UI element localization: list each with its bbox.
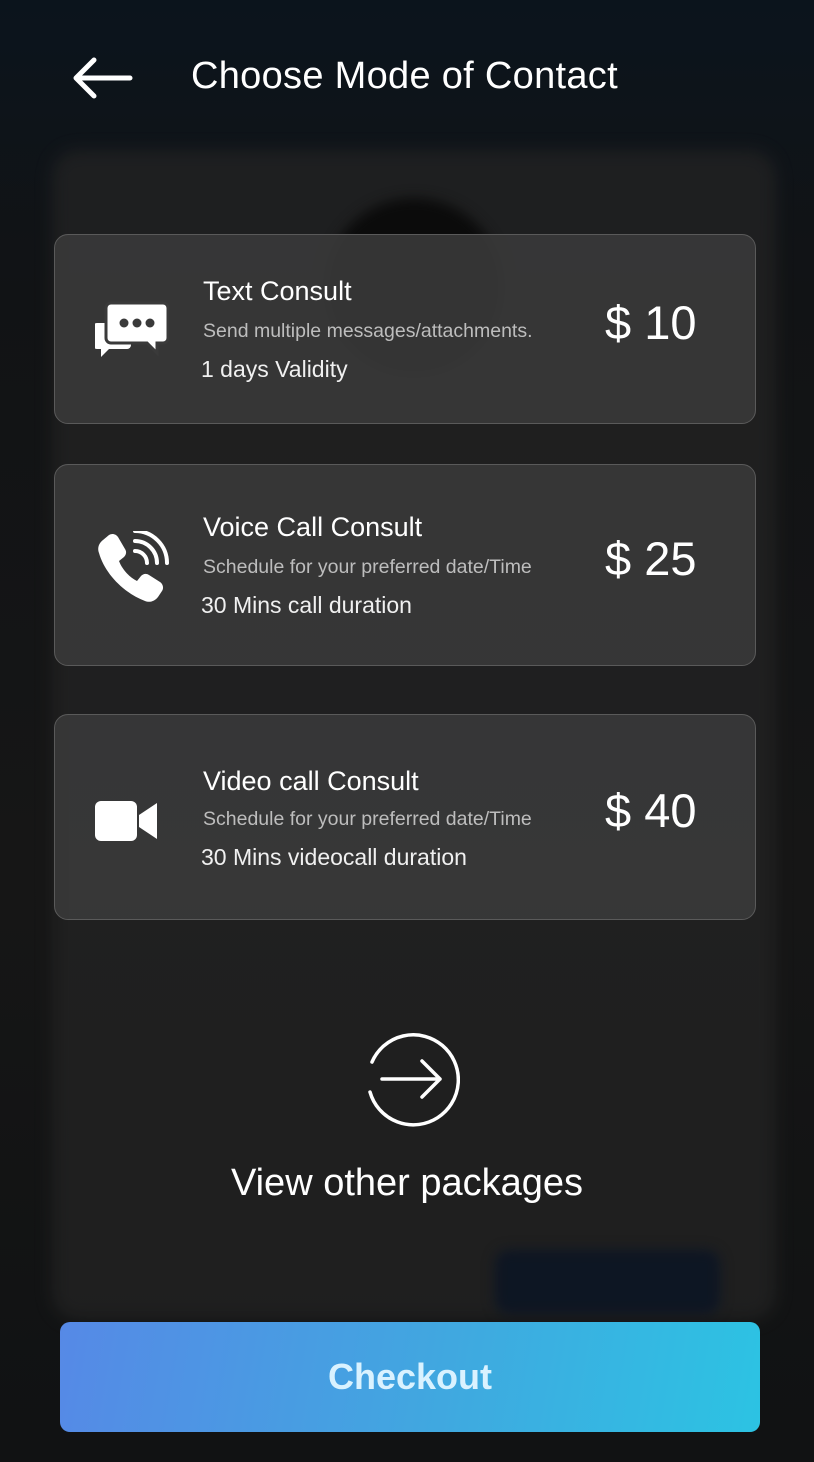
- option-price: $ 25: [605, 532, 697, 585]
- option-description: Schedule for your preferred date/Time: [203, 808, 532, 830]
- option-video-call-consult[interactable]: Video call Consult Schedule for your pre…: [54, 714, 756, 920]
- option-price: $ 40: [605, 784, 697, 837]
- option-description: Send multiple messages/attachments.: [203, 320, 533, 342]
- option-validity: 1 days Validity: [201, 356, 348, 382]
- checkout-button[interactable]: Checkout: [60, 1322, 760, 1432]
- page-title: Choose Mode of Contact: [191, 55, 618, 97]
- arrow-right-circle-icon: [368, 1033, 460, 1127]
- option-name: Text Consult: [203, 276, 352, 306]
- option-description: Schedule for your preferred date/Time: [203, 556, 532, 578]
- option-name: Voice Call Consult: [203, 512, 423, 542]
- chat-icon: [93, 301, 170, 368]
- option-price: $ 10: [605, 296, 697, 349]
- view-other-packages-button[interactable]: View other packages: [0, 1030, 814, 1220]
- header: Choose Mode of Contact: [0, 0, 814, 150]
- option-duration: 30 Mins call duration: [201, 592, 412, 618]
- view-other-packages-label: View other packages: [230, 1162, 584, 1204]
- option-text-consult[interactable]: Text Consult Send multiple messages/atta…: [54, 234, 756, 424]
- video-camera-icon: [95, 799, 159, 848]
- back-button[interactable]: [66, 50, 138, 106]
- phone-call-icon: [95, 529, 169, 608]
- arrow-left-icon: [73, 57, 133, 99]
- option-duration: 30 Mins videocall duration: [201, 844, 467, 870]
- option-name: Video call Consult: [203, 766, 419, 796]
- option-voice-call-consult[interactable]: Voice Call Consult Schedule for your pre…: [54, 464, 756, 666]
